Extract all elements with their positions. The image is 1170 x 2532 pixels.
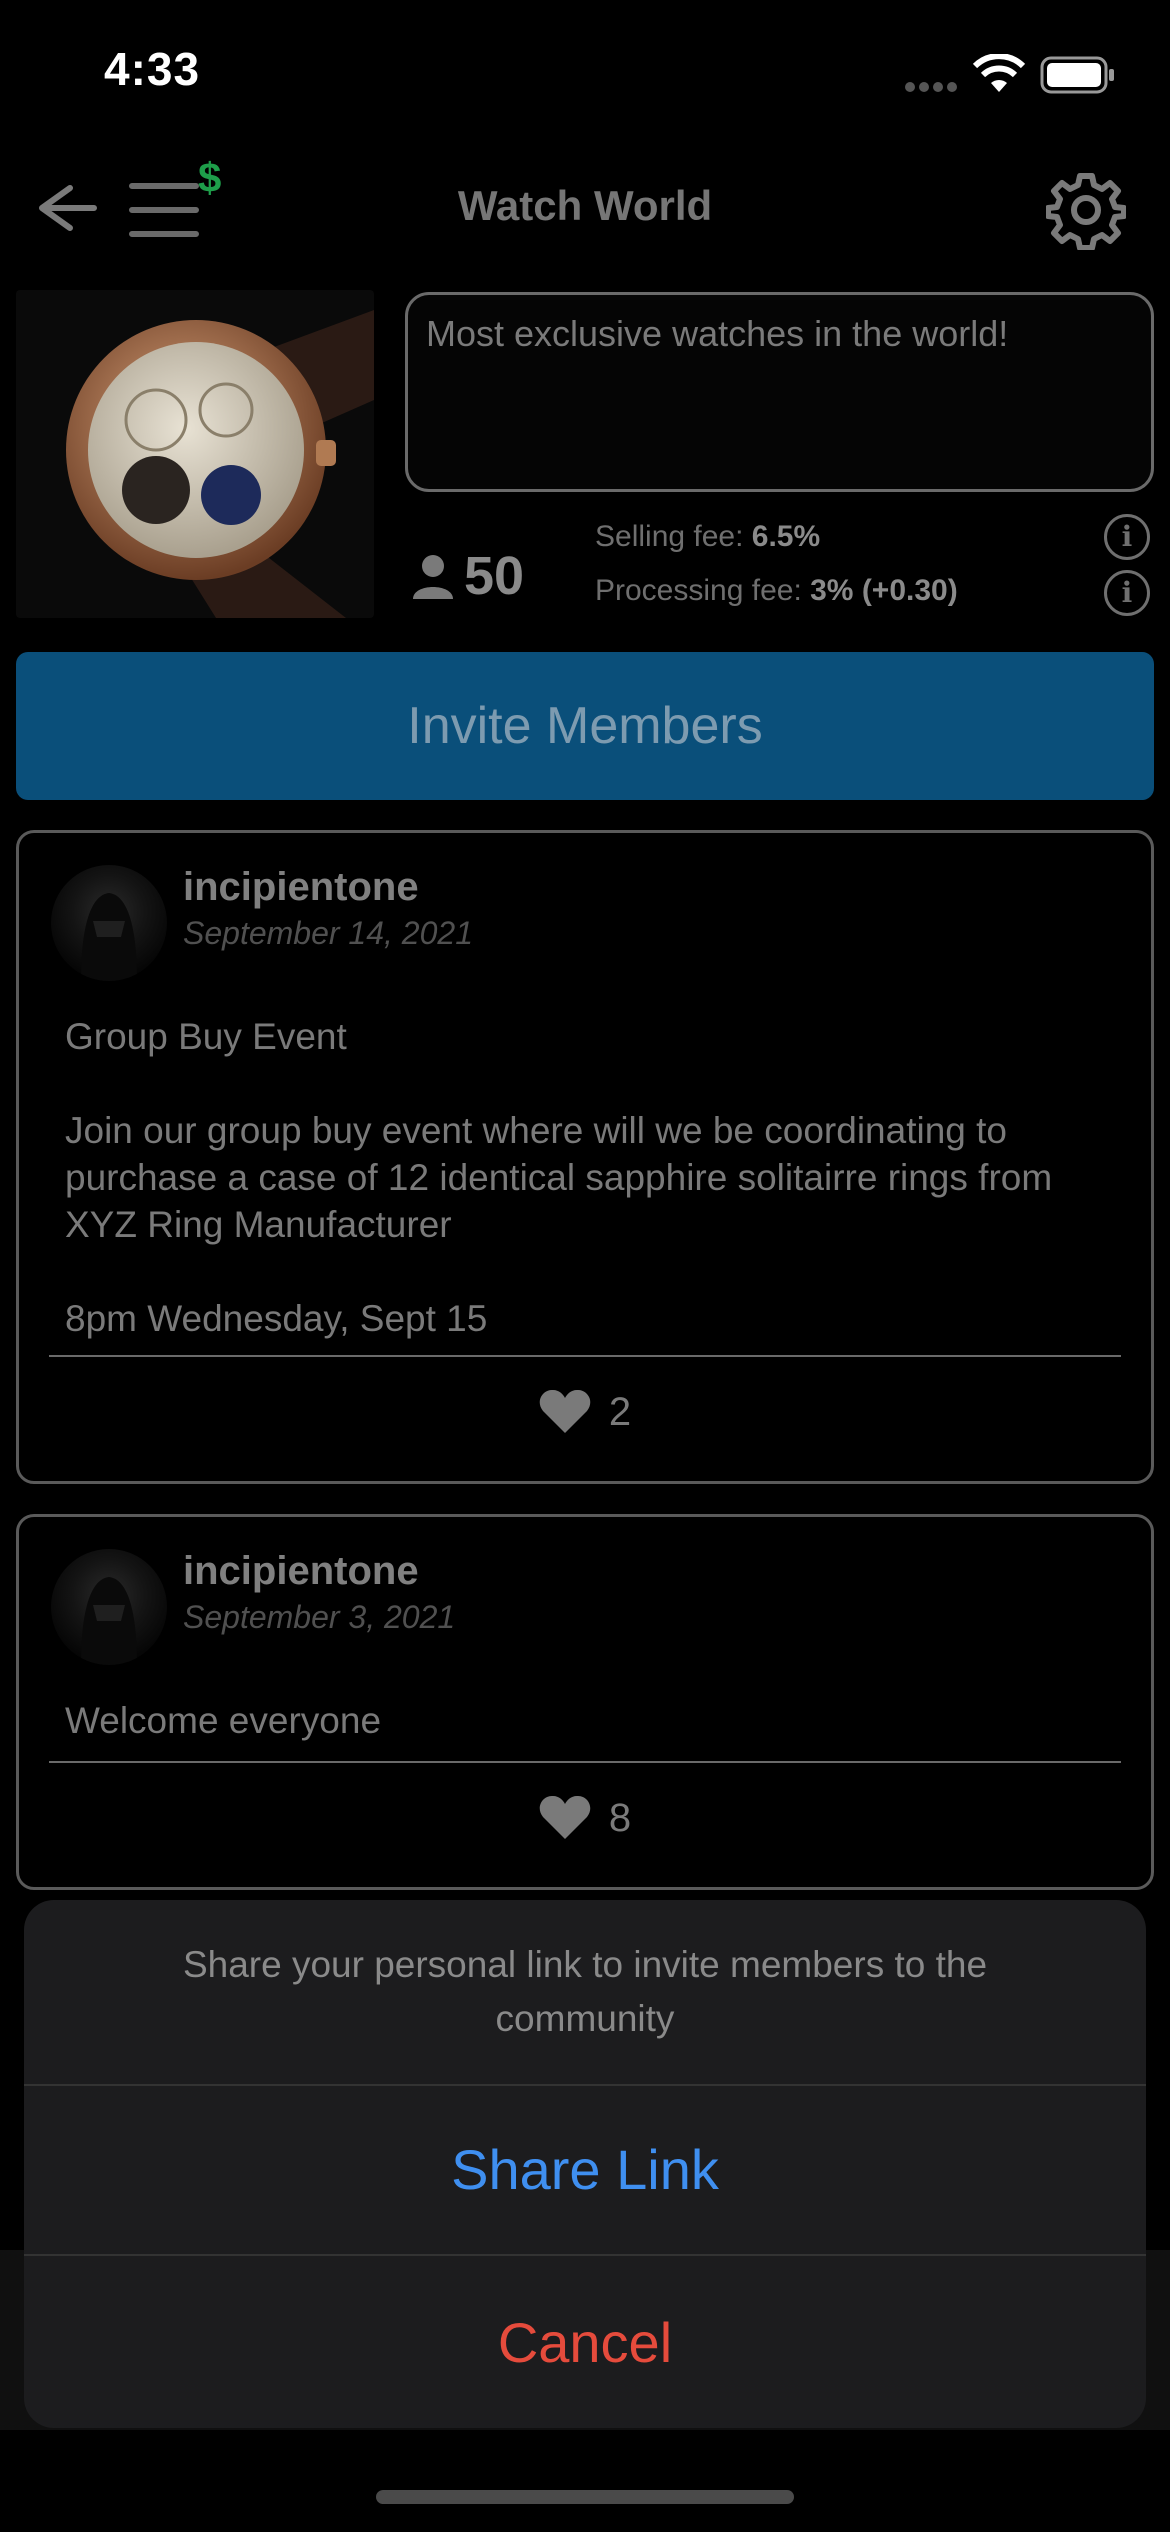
page-title: Watch World [457,182,713,229]
cancel-button[interactable]: Cancel [24,2256,1146,2428]
like-button[interactable]: 2 [19,1389,1151,1435]
processing-fee-value: 3% (+0.30) [810,574,958,607]
like-count: 8 [608,1795,632,1840]
post-card: incipientone September 3, 2021 Welcome e… [16,1514,1154,1890]
post-text: Group Buy Event Join our group buy event… [65,1016,1053,1339]
share-link-button[interactable]: Share Link [24,2084,1146,2254]
gear-icon[interactable] [1046,170,1126,250]
selling-fee-value: 6.5% [751,520,821,553]
group-description-field[interactable]: Most exclusive watches in the world! [405,292,1154,492]
person-icon [413,555,453,599]
member-count: 50 [412,545,524,607]
post-date: September 14, 2021 [183,915,473,951]
post-divider [49,1761,1121,1763]
post-date: September 3, 2021 [183,1599,456,1635]
like-button[interactable]: 8 [19,1795,1151,1841]
post-card: incipientone September 14, 2021 Group Bu… [16,830,1154,1484]
heart-icon [539,1795,591,1839]
processing-fee-info-icon[interactable]: i [1104,570,1150,616]
processing-fee-label: Processing fee: [595,574,811,607]
post-divider [49,1355,1121,1357]
wifi-icon [972,54,1026,92]
signal-icon [905,82,957,92]
avatar[interactable] [51,1549,167,1665]
like-count: 2 [608,1389,632,1434]
home-indicator[interactable] [376,2490,794,2504]
processing-fee: Processing fee: 3% (+0.30) [595,574,958,608]
avatar[interactable] [51,865,167,981]
post-username[interactable]: incipientone [183,865,419,910]
post-username[interactable]: incipientone [183,1549,419,1594]
group-description: Most exclusive watches in the world! [426,313,1009,354]
invite-members-button[interactable]: Invite Members [16,652,1154,800]
selling-fee-info-icon[interactable]: i [1104,514,1150,560]
selling-fee: Selling fee: 6.5% [595,520,820,554]
action-sheet-message: Share your personal link to invite membe… [182,1944,988,2039]
selling-fee-label: Selling fee: [595,520,752,553]
battery-icon [1040,56,1114,94]
member-count-value: 50 [464,546,525,606]
heart-icon [539,1389,591,1433]
post-text: Welcome everyone [65,1700,382,1741]
status-time: 4:33 [104,43,201,95]
group-photo [16,290,374,618]
action-sheet: Share your personal link to invite membe… [24,1900,1146,2428]
